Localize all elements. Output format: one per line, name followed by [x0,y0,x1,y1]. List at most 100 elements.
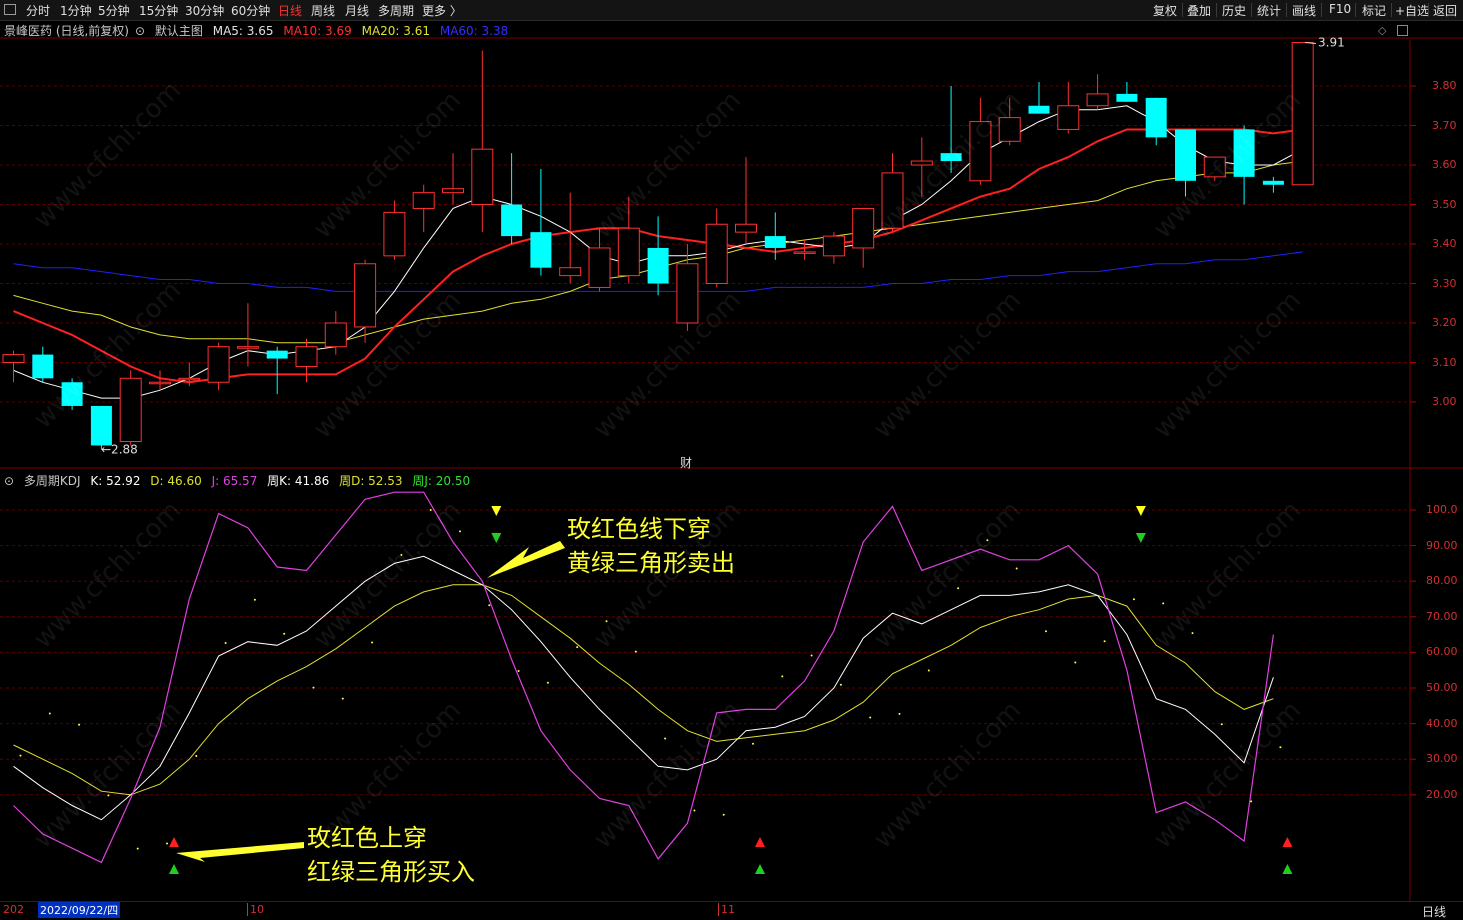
finance-marker: 财 [680,456,692,470]
candle-body-up [2,354,25,364]
kdj-dot [1074,661,1077,664]
sell-annotation-line1: 玫红色线下穿 [567,515,711,543]
kdj-dot [283,632,286,635]
kdj-dot [810,654,813,657]
kdj-dot [517,670,520,673]
kdj-dot [1220,723,1223,726]
kdj-dot [869,716,872,719]
sell-annotation: 玫红色线下穿 黄绿三角形卖出 [567,512,735,580]
low-label: ←2.88 [101,442,138,456]
buy-red-triangle [169,837,179,847]
buy-arrow [176,842,304,862]
kdj-dot [898,712,901,715]
candle-body-up [383,211,406,257]
date-axis: 202 2022/09/22/四 10 11 日线 [0,901,1463,919]
candle-body-down [1116,93,1138,102]
kdj-dot [1279,746,1282,749]
candle-body-up [119,377,142,442]
sell-arrow [487,541,565,578]
candle-body-down [32,354,54,379]
cursor-date: 2022/09/22/四 [38,902,121,918]
kdj-dot [957,587,960,590]
candle-body-up [559,267,582,277]
kdj-dot [1162,602,1165,605]
kdj-dot [341,697,344,700]
kdj-tick-label: 30.00 [1426,752,1458,766]
kdj-dot [19,754,22,757]
candle-body-up [324,322,347,348]
kdj-dot [166,842,168,845]
candle-body-up [471,148,494,205]
candle-body-up [588,247,611,288]
candle-body-down [1145,97,1167,138]
buy-green-triangle [169,864,179,874]
sell-green-triangle [1135,533,1146,543]
candle-body-up [1086,93,1109,107]
price-tick-label: 3.10 [1432,355,1457,369]
kdj-dot [546,681,549,684]
candle-body-up [354,263,377,328]
kdj-tick-label: 100.0 [1426,503,1458,516]
sell-annotation-line2: 黄绿三角形卖出 [567,549,735,577]
axis-month-11: 11 [718,903,735,916]
candle-body-up [178,377,201,381]
price-tick-label: 3.50 [1432,197,1457,211]
kdj-dot [839,683,842,686]
candle-body-up [617,227,640,277]
price-tick-label: 3.00 [1432,395,1457,408]
buy-annotation: 玫红色上穿 红绿三角形买入 [307,821,475,889]
candle-body-up [676,263,699,324]
buy-green-triangle [1282,864,1293,874]
kdj-dot [927,669,930,672]
price-tick-label: 3.30 [1432,276,1457,290]
high-label: 3.91 [1318,36,1345,50]
kdj-tick-label: 50.00 [1426,681,1458,694]
kdj-dot [1103,640,1106,643]
kdj-dot [371,641,374,644]
kdj-tick-label: 40.00 [1426,716,1458,730]
candle-body-up [793,251,816,254]
kdj-dot [664,737,667,740]
kdj-dot [48,712,51,715]
candle-body-up [735,223,757,233]
candle-body-up [852,207,875,249]
buy-annotation-line1: 玫红色上穿 [307,824,427,852]
kdj-dot [1191,632,1194,635]
kdj-tick-label: 90.00 [1426,538,1458,552]
candle-body-up [412,192,435,209]
kdj-dot [1045,630,1047,633]
buy-red-triangle [755,837,765,847]
kdj-dot [1132,598,1135,601]
kdj-dot [78,723,81,726]
kdj-dot [781,675,784,678]
candle-body-up [207,346,230,383]
candle-body-up [236,346,259,349]
kdj-dot [136,847,139,850]
kdj-dot [634,650,637,653]
sell-yellow-triangle [1135,506,1146,516]
kdj-dot [693,809,696,812]
kdj-dot [312,686,315,689]
candle-body-down [266,350,288,359]
kdj-dot [459,530,461,533]
candle-body-down [501,204,523,237]
candle-body-down [764,236,786,248]
kdj-dot [1250,800,1253,803]
candle-body-down [1175,129,1196,181]
kdj-tick-label: 80.00 [1426,574,1458,588]
price-tick-label: 3.20 [1432,316,1457,329]
sell-green-triangle [491,533,502,543]
price-tick-label: 3.60 [1432,158,1457,171]
price-tick-label: 3.40 [1432,237,1457,250]
buy-green-triangle [755,864,765,874]
candle-body-down [1028,105,1050,114]
candle-body-up [295,346,318,367]
price-tick-label: 3.70 [1432,118,1457,132]
period-label[interactable]: 日线 [1422,903,1446,920]
kdj-dot [195,754,198,757]
candle-body-down [647,247,669,284]
kdj-dot [488,604,491,607]
kdj-tick-label: 70.00 [1426,609,1458,623]
kdj-dot [752,742,754,745]
price-tick-label: 3.80 [1432,79,1457,92]
